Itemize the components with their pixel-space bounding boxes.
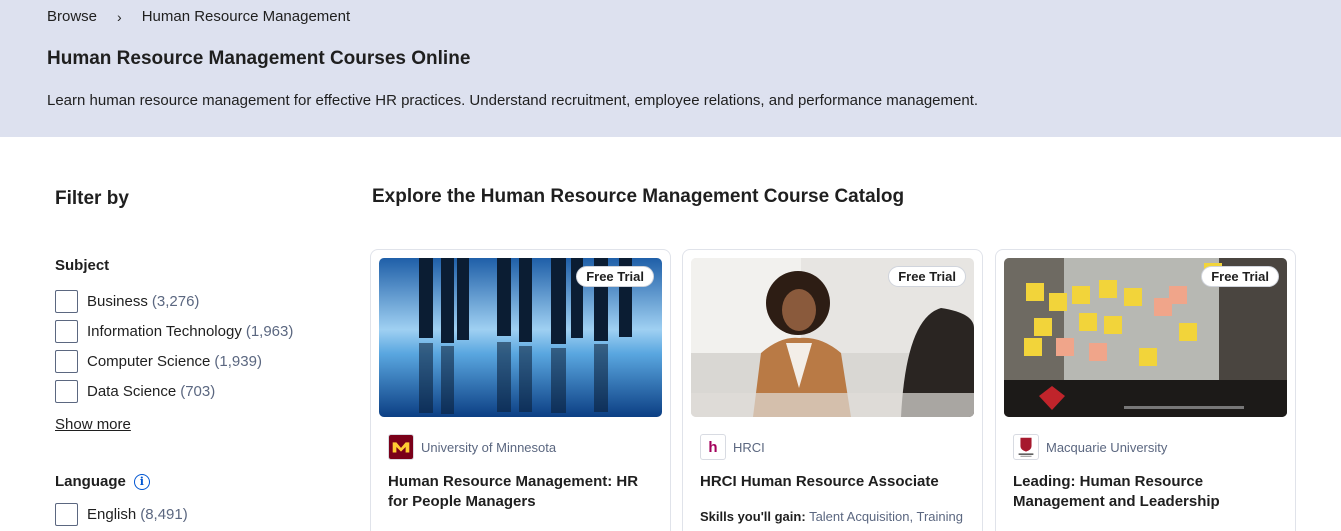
course-image: Free Trial <box>1004 258 1287 417</box>
filter-option-count: (1,939) <box>214 353 262 370</box>
filter-option-information-technology[interactable]: Information Technology (1,963) <box>55 320 293 343</box>
partner-info: University of Minnesota <box>388 434 556 460</box>
filter-option-data-science[interactable]: Data Science (703) <box>55 380 215 403</box>
hrci-logo-text: h <box>708 438 718 456</box>
filter-option-count: (703) <box>180 383 216 400</box>
partner-info: h HRCI <box>700 434 765 460</box>
filter-option-label: Business <box>87 293 148 310</box>
filter-option-label: English <box>87 506 137 523</box>
breadcrumb: Browse › Human Resource Management <box>47 8 350 25</box>
course-card[interactable]: Free Trial University of Minnesota Human… <box>370 249 671 531</box>
subject-filter-heading: Subject <box>55 257 109 274</box>
page-description: Learn human resource management for effe… <box>47 92 979 109</box>
hrci-logo: h <box>700 434 726 460</box>
filter-option-count: (3,276) <box>151 293 200 310</box>
filter-option-count: (8,491) <box>140 506 188 523</box>
page-title: Human Resource Management Courses Online <box>47 48 471 69</box>
partner-name: HRCI <box>733 439 765 455</box>
language-filter-label: Language <box>55 473 126 490</box>
university-of-minnesota-logo <box>388 434 414 460</box>
course-image: Free Trial <box>379 258 662 417</box>
checkbox[interactable] <box>55 290 78 313</box>
checkbox[interactable] <box>55 320 78 343</box>
partner-info: Macquarie University <box>1013 434 1167 460</box>
course-card[interactable]: Free Trial Macquarie University Leading:… <box>995 249 1296 531</box>
course-title[interactable]: HRCI Human Resource Associate <box>700 472 970 492</box>
course-title[interactable]: Leading: Human Resource Management and L… <box>1013 472 1283 512</box>
partner-name: Macquarie University <box>1046 439 1168 455</box>
free-trial-badge: Free Trial <box>1201 266 1279 287</box>
course-title[interactable]: Human Resource Management: HR for People… <box>388 472 658 512</box>
filter-option-count: (1,963) <box>245 323 294 340</box>
skills-label: Skills you'll gain: <box>700 509 806 524</box>
hero-banner: Browse › Human Resource Management Human… <box>0 0 1341 137</box>
language-filter-heading: Language i <box>55 473 150 490</box>
filter-option-label: Data Science <box>87 383 177 400</box>
filter-option-label: Information Technology <box>87 323 242 340</box>
breadcrumb-current[interactable]: Human Resource Management <box>142 8 350 25</box>
macquarie-university-logo <box>1013 434 1039 460</box>
info-icon[interactable]: i <box>133 473 150 490</box>
free-trial-badge: Free Trial <box>576 266 654 287</box>
subject-filter-label: Subject <box>55 257 110 274</box>
filter-option-computer-science[interactable]: Computer Science (1,939) <box>55 350 262 373</box>
breadcrumb-browse-link[interactable]: Browse <box>47 8 97 25</box>
chevron-right-icon: › <box>117 8 122 25</box>
free-trial-badge: Free Trial <box>888 266 966 287</box>
partner-name: University of Minnesota <box>421 439 557 455</box>
checkbox[interactable] <box>55 503 78 526</box>
course-card[interactable]: Free Trial h HRCI HRCI Human Resource As… <box>682 249 983 531</box>
show-more-link[interactable]: Show more <box>55 416 131 433</box>
checkbox[interactable] <box>55 350 78 373</box>
checkbox[interactable] <box>55 380 78 403</box>
filter-option-business[interactable]: Business (3,276) <box>55 290 199 313</box>
skills-value: Talent Acquisition, Training <box>809 509 963 524</box>
course-image: Free Trial <box>691 258 974 417</box>
filter-option-english[interactable]: English (8,491) <box>55 503 188 526</box>
skills-line: Skills you'll gain: Talent Acquisition, … <box>700 509 963 524</box>
filter-option-label: Computer Science <box>87 353 211 370</box>
catalog-heading: Explore the Human Resource Management Co… <box>372 186 905 207</box>
filter-heading: Filter by <box>55 188 129 209</box>
